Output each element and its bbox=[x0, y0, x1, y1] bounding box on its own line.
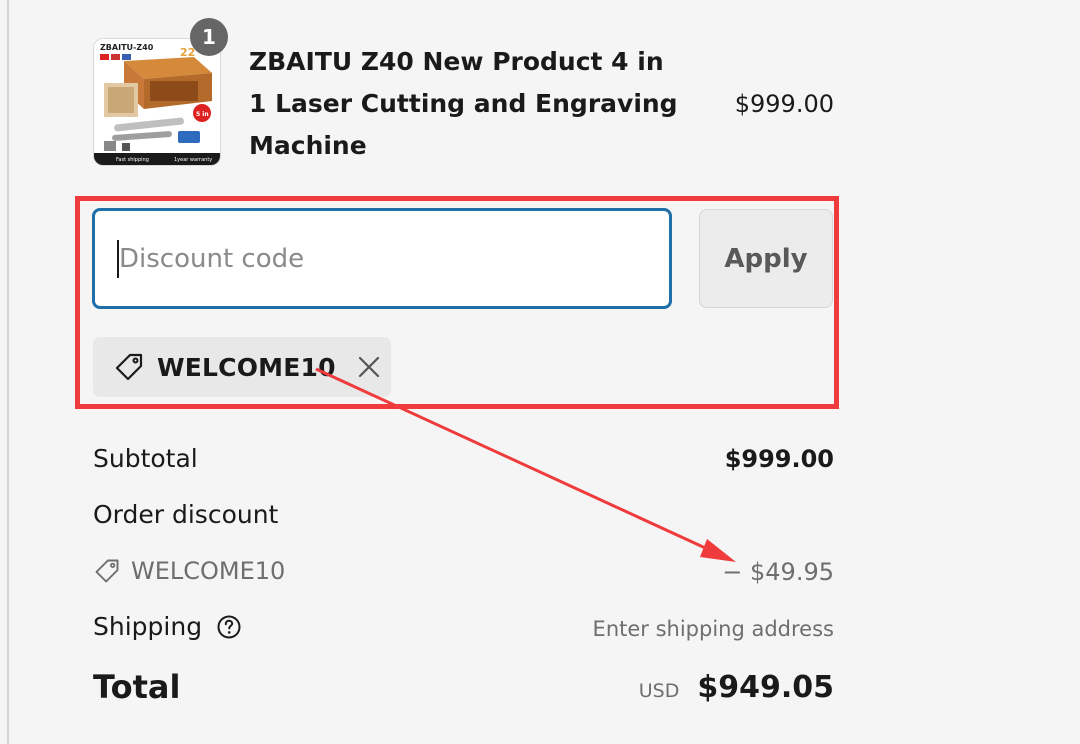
total-value-group: USD $949.05 bbox=[639, 670, 834, 705]
shipping-label: Shipping bbox=[93, 612, 203, 641]
panel-border bbox=[7, 0, 9, 744]
discount-code-row: WELCOME10 bbox=[93, 557, 285, 585]
shipping-value: Enter shipping address bbox=[592, 617, 834, 641]
image-badge-text: 5 in 1 bbox=[196, 111, 215, 118]
product-thumbnail-wrapper: ZBAITU-Z40 22 5 in 1 Fast shipping 1year… bbox=[93, 18, 228, 166]
annotation-highlight-box bbox=[75, 196, 839, 409]
subtotal-value: $999.00 bbox=[724, 445, 834, 473]
product-title: ZBAITU Z40 New Product 4 in 1 Laser Cutt… bbox=[249, 47, 678, 160]
question-circle-icon[interactable] bbox=[216, 614, 242, 640]
shipping-row: Shipping bbox=[93, 612, 242, 641]
tag-icon bbox=[95, 559, 119, 583]
subtotal-label: Subtotal bbox=[93, 444, 198, 473]
total-label: Total bbox=[93, 668, 181, 706]
product-thumbnail: ZBAITU-Z40 22 5 in 1 Fast shipping 1year… bbox=[93, 38, 221, 166]
discount-code-text: WELCOME10 bbox=[131, 557, 286, 585]
total-amount: $949.05 bbox=[697, 670, 834, 705]
order-discount-label: Order discount bbox=[93, 500, 279, 529]
image-footer-left: Fast shipping bbox=[116, 157, 149, 163]
total-currency: USD bbox=[638, 680, 680, 702]
image-footer-right: 1year warranty bbox=[174, 157, 212, 163]
product-price: $999.00 bbox=[734, 90, 834, 118]
checkout-order-summary: ZBAITU-Z40 22 5 in 1 Fast shipping 1year… bbox=[0, 0, 1080, 744]
image-brand-text: ZBAITU-Z40 bbox=[100, 43, 154, 52]
laser-machine-image: ZBAITU-Z40 22 5 in 1 Fast shipping 1year… bbox=[94, 39, 220, 165]
discount-amount: − $49.95 bbox=[722, 558, 834, 586]
quantity-badge: 1 bbox=[190, 18, 228, 56]
